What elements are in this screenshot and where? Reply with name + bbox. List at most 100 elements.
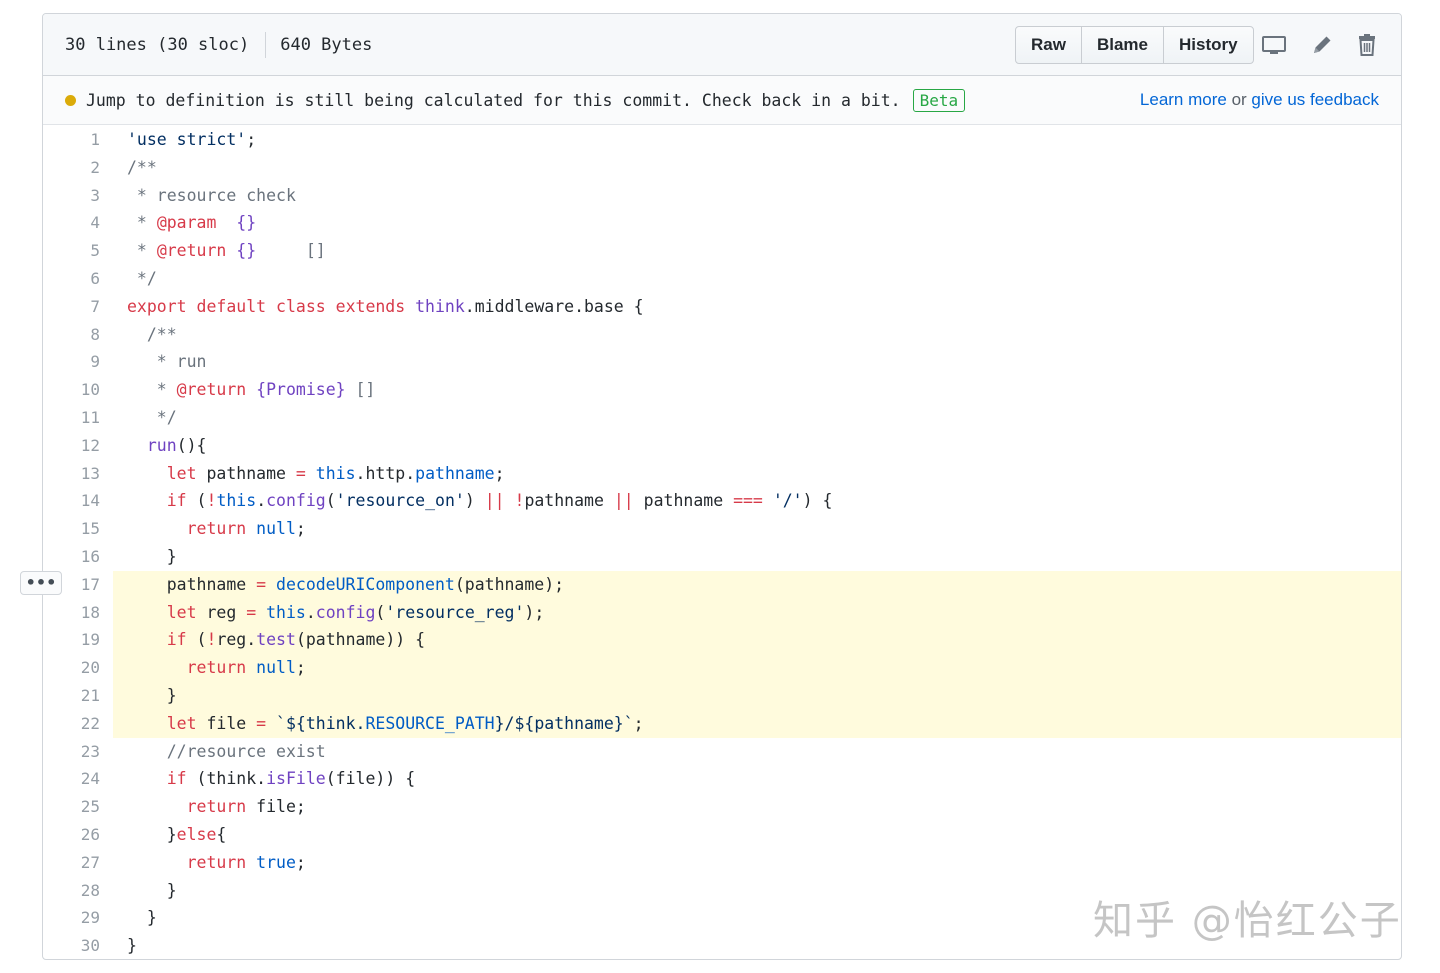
line-number[interactable]: 20 [43,654,100,682]
raw-button[interactable]: Raw [1016,27,1082,63]
line-number[interactable]: 18 [43,599,100,627]
code-line: 17 pathname = decodeURIComponent(pathnam… [43,570,1401,599]
line-number[interactable]: 25 [43,793,100,821]
code-line-text: */ [127,408,177,427]
desktop-icon[interactable] [1261,32,1287,58]
code-line: 19 if (!reg.test(pathname)) { [43,626,1401,655]
code-line: 9 * run [43,348,1401,376]
pending-dot-icon [65,94,76,106]
file-actions-button-group: Raw Blame History [1015,26,1254,64]
line-actions-kebab-icon[interactable]: ••• [20,571,62,595]
code-line-text: if (!this.config('resource_on') || !path… [166,491,833,511]
code-line-text: run(){ [146,435,207,455]
code-line-text: return file; [186,797,306,817]
line-number[interactable]: 13 [43,460,100,488]
code-line-text: /** [146,324,177,344]
code-line: 7 export default class extends think.midd… [43,293,1401,321]
line-number[interactable]: 16 [43,543,100,571]
watermark: 知乎 @怡红公子 [1093,898,1402,944]
line-number[interactable]: 28 [43,877,100,905]
line-number[interactable]: 1 [43,126,100,154]
line-number[interactable]: 14 [43,487,100,515]
line-number[interactable]: 6 [43,265,100,293]
code-line: 22 let file = `${think.RESOURCE_PATH}/${… [43,709,1401,738]
line-number[interactable]: 8 [43,321,100,349]
code-line: 25 return file; [43,793,1401,821]
code-line: 3 * resource check [43,182,1401,210]
code-line: 18 let reg = this.config('resource_reg')… [43,598,1401,627]
code-line: 2 /** [43,154,1401,182]
line-number[interactable]: 27 [43,849,100,877]
line-number[interactable]: 2 [43,154,100,182]
code-line-text: return null; [186,519,306,539]
code-line-text: * @return {} [] [127,241,326,261]
code-line: 6 */ [43,265,1401,293]
notice-or-text: or [1226,90,1252,109]
code-line-text: * resource check [127,185,296,205]
code-line-text: * @param {} [127,213,257,233]
blame-button[interactable]: Blame [1082,27,1164,63]
pencil-icon[interactable] [1309,32,1335,58]
code-line-text: pathname = decodeURIComponent(pathname); [113,570,1401,599]
line-number[interactable]: 30 [43,932,100,959]
file-info: 30 lines (30 sloc) 640 Bytes [65,14,372,75]
line-number[interactable]: 19 [43,626,100,654]
notice-message: Jump to definition is still being calcul… [86,90,901,110]
line-number[interactable]: 5 [43,237,100,265]
code-line-text: 'use strict'; [127,130,257,149]
jump-to-definition-notice: Jump to definition is still being calcul… [43,76,1401,125]
code-line: 1 'use strict'; [43,126,1401,154]
code-line-text: * run [127,352,207,372]
code-line: 8 /** [43,321,1401,349]
learn-more-link[interactable]: Learn more [1140,90,1227,110]
line-number[interactable]: 22 [43,710,100,738]
line-number[interactable]: 11 [43,404,100,432]
info-divider [265,31,267,58]
code-line: 16 } [43,543,1401,571]
line-number[interactable]: 4 [43,209,100,237]
give-feedback-link[interactable]: give us feedback [1251,90,1379,110]
line-number[interactable]: 15 [43,515,100,543]
line-number[interactable]: 9 [43,348,100,376]
history-button[interactable]: History [1164,27,1253,63]
line-number[interactable]: 23 [43,738,100,766]
code-line: 27 return true; [43,849,1401,877]
code-line-text: return null; [113,654,1401,682]
code-line: 26 }else{ [43,821,1401,849]
code-line: 4 * @param {} [43,209,1401,237]
code-line-text: * @return {Promise} [] [127,380,376,400]
trash-icon[interactable] [1354,32,1380,58]
notice-links: Learn more or give us feedback [1140,76,1379,124]
line-number[interactable]: 26 [43,821,100,849]
line-number[interactable]: 29 [43,904,100,932]
line-number[interactable]: 12 [43,432,100,460]
code-line-text: */ [127,269,157,288]
file-size: 640 Bytes [280,34,373,55]
line-count: 30 lines (30 sloc) [65,34,250,55]
code-line: 10 * @return {Promise} [] [43,376,1401,404]
file-box: 30 lines (30 sloc) 640 Bytes Raw Blame H… [42,13,1402,960]
line-number[interactable]: 21 [43,682,100,710]
code-line-text: return true; [186,852,306,872]
line-number[interactable]: 7 [43,293,100,321]
code-line: 20 return null; [43,654,1401,682]
code-line-text: let file = `${think.RESOURCE_PATH}/${pat… [113,709,1401,738]
code-line-text: /** [127,157,157,177]
code-line: 24 if (think.isFile(file)) { [43,765,1401,793]
line-number[interactable]: 24 [43,765,100,793]
code-line: 14 if (!this.config('resource_on') || !p… [43,487,1401,515]
code-line: 13 let pathname = this.http.pathname; [43,460,1401,488]
code-line-text: if (think.isFile(file)) { [166,769,416,789]
code-line-text: } [113,682,1401,710]
code-line: 12 run(){ [43,432,1401,460]
file-header: 30 lines (30 sloc) 640 Bytes Raw Blame H… [43,14,1401,76]
code-line: 5 * @return {} [] [43,237,1401,265]
code-line: 21 } [43,682,1401,710]
line-number[interactable]: 10 [43,376,100,404]
code-line: 15 return null; [43,515,1401,543]
code-line-text: //resource exist [127,741,326,761]
code-line-text: } [127,547,177,566]
code-line-text: let reg = this.config('resource_reg'); [113,598,1401,627]
beta-badge: Beta [912,88,966,112]
line-number[interactable]: 3 [43,182,100,210]
